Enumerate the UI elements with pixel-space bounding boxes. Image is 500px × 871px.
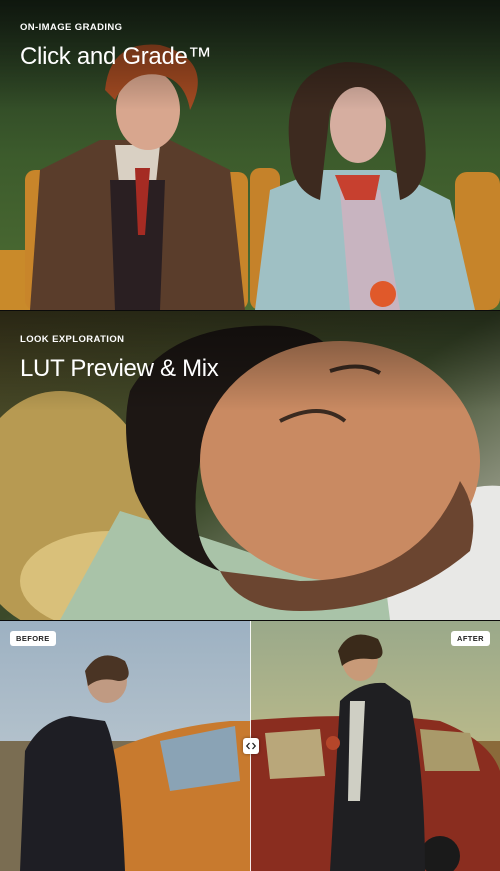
compare-slider-handle[interactable] <box>243 738 259 754</box>
section-title: LUT Preview & Mix <box>20 355 219 382</box>
after-badge: AFTER <box>451 631 490 646</box>
left-right-arrows-icon <box>246 742 256 750</box>
lut-preview-panel: LOOK EXPLORATION LUT Preview & Mix <box>0 310 500 620</box>
before-after-compare[interactable]: BEFORE AFTER <box>0 620 500 871</box>
section-overline: LOOK EXPLORATION <box>20 334 125 345</box>
section-overline: ON-IMAGE GRADING <box>20 22 123 33</box>
click-and-grade-panel: ON-IMAGE GRADING Click and Grade™ <box>0 0 500 310</box>
before-badge: BEFORE <box>10 631 56 646</box>
section-title: Click and Grade™ <box>20 43 212 70</box>
